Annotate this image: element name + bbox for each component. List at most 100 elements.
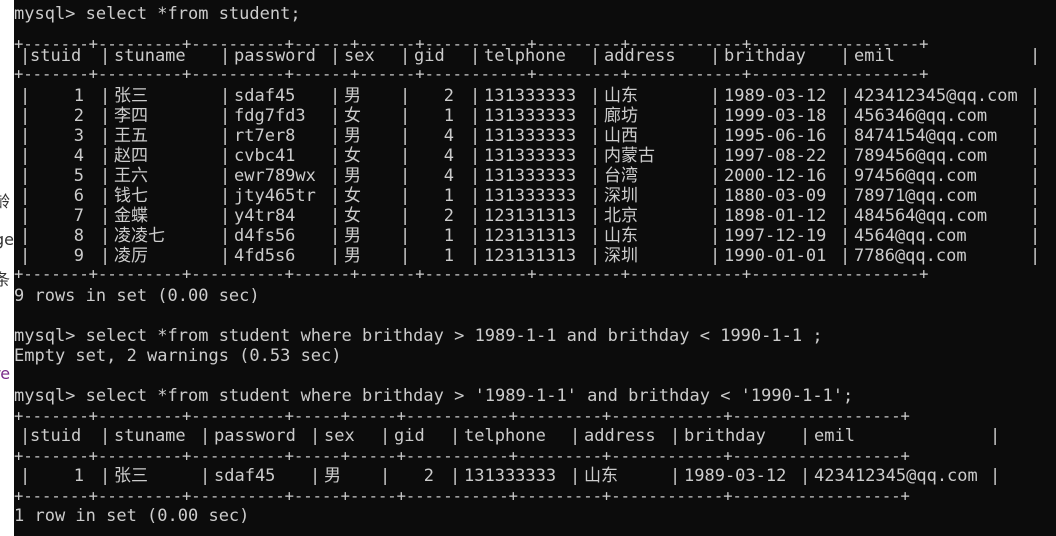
table-cell: 女 [344,106,361,126]
column-separator: | [200,426,211,446]
table-cell: stuname [114,46,186,66]
column-separator: | [330,46,341,66]
table-cell: 8474154@qq.com [854,126,998,146]
column-separator: | [100,246,111,266]
table-cell: 1989-03-12 [724,86,827,106]
column-separator: | [800,466,811,486]
table-cell: 131333333 [484,186,577,206]
column-separator: | [710,146,721,166]
table-cell: 女 [344,146,361,166]
column-separator: | [330,86,341,106]
table-cell: 内蒙古 [604,146,655,166]
result-status-line: 9 rows in set (0.00 sec) [14,286,260,306]
table-cell: telphone [464,426,546,446]
table-row: | | | | | | | | | | stuid stuname password sex gid telp… [14,426,1056,446]
table-border: +-------+---------+----------+------+---… [14,65,929,83]
table-cell: 123131313 [484,246,577,266]
table-cell: sdaf45 [214,466,276,486]
table-cell: 女 [344,186,361,206]
column-separator: | [20,46,31,66]
table-row: | | | | | | | | | | 7 金蝶 y4tr84 女 2 123131313 北京 1898-01-… [14,206,1056,226]
table-cell: 凌凌七 [114,226,165,246]
column-separator: | [1030,226,1041,246]
table-cell: 7786@qq.com [854,246,967,266]
table-cell: emil [814,426,855,446]
table-cell: 李四 [114,106,148,126]
column-separator: | [470,226,481,246]
table-cell: 凌厉 [114,246,148,266]
table-cell: 北京 [604,206,638,226]
column-separator: | [710,206,721,226]
table-cell: sex [344,46,375,66]
table-cell: telphone [484,46,566,66]
terminal-output[interactable]: mysql> select *from student; +-------+---… [14,0,1056,536]
command-line: mysql> select *from student where brithd… [14,386,854,406]
table-cell: 1 [443,106,454,126]
column-separator: | [590,146,601,166]
table-cell: 6 [73,186,84,206]
table-cell: 2 [423,466,434,486]
column-separator: | [100,186,111,206]
table-cell: 男 [324,466,341,486]
column-separator: | [840,246,851,266]
column-separator: | [590,126,601,146]
result-status-line: 1 row in set (0.00 sec) [14,506,250,526]
table-cell: brithday [724,46,806,66]
table-cell: 4fd5s6 [234,246,296,266]
table-cell: 1 [443,186,454,206]
column-separator: | [1030,146,1041,166]
column-separator: | [840,226,851,246]
table-cell: 423412345@qq.com [814,466,978,486]
column-separator: | [570,426,581,446]
table-cell: 123131313 [484,206,577,226]
table-cell: 张三 [114,86,148,106]
table-cell: 2 [443,86,454,106]
table-cell: 1990-01-01 [724,246,827,266]
table-row: | | | | | | | | | | 1 张三 sdaf45 男 2 131333333 山东 1989-03-… [14,86,1056,106]
table-cell: stuid [30,46,82,66]
table-cell: stuname [114,426,186,446]
table-row: | | | | | | | | | | 6 钱七 jty465tr 女 1 131333333 深圳 1880-0… [14,186,1056,206]
table-cell: 2 [73,106,84,126]
table-cell: 男 [344,166,361,186]
column-separator: | [840,206,851,226]
column-separator: | [710,186,721,206]
column-separator: | [590,226,601,246]
table-cell: 131333333 [484,166,577,186]
table-cell: 97456@qq.com [854,166,977,186]
column-separator: | [470,126,481,146]
column-separator: | [220,146,231,166]
table-cell: 78971@qq.com [854,186,977,206]
column-separator: | [1030,186,1041,206]
column-separator: | [100,106,111,126]
column-separator: | [310,426,321,446]
table-cell: 1995-06-16 [724,126,827,146]
table-cell: address [584,426,656,446]
table-cell: 131333333 [484,86,577,106]
column-separator: | [310,466,321,486]
column-separator: | [1030,126,1041,146]
column-separator: | [220,246,231,266]
column-separator: | [710,166,721,186]
table-cell: 王五 [114,126,148,146]
column-separator: | [570,466,581,486]
table-cell: sex [324,426,355,446]
table-cell: 7 [73,206,84,226]
column-separator: | [590,86,601,106]
column-separator: | [710,126,721,146]
column-separator: | [100,466,111,486]
table-cell: 484564@qq.com [854,206,988,226]
table-border: +-------+---------+----------+-----+----… [14,407,910,425]
table-cell: address [604,46,676,66]
table-cell: 123131313 [484,226,577,246]
column-separator: | [1030,86,1041,106]
column-separator: | [100,146,111,166]
table-cell: 131333333 [464,466,557,486]
column-separator: | [100,206,111,226]
column-separator: | [330,206,341,226]
table-row: | | | | | | | | | | 1 张三 sdaf45 男 2 131333333 山东 1989-03-… [14,466,1056,486]
table-cell: 4 [443,146,454,166]
column-separator: | [670,426,681,446]
table-cell: 山东 [604,86,638,106]
table-cell: 1999-03-18 [724,106,827,126]
